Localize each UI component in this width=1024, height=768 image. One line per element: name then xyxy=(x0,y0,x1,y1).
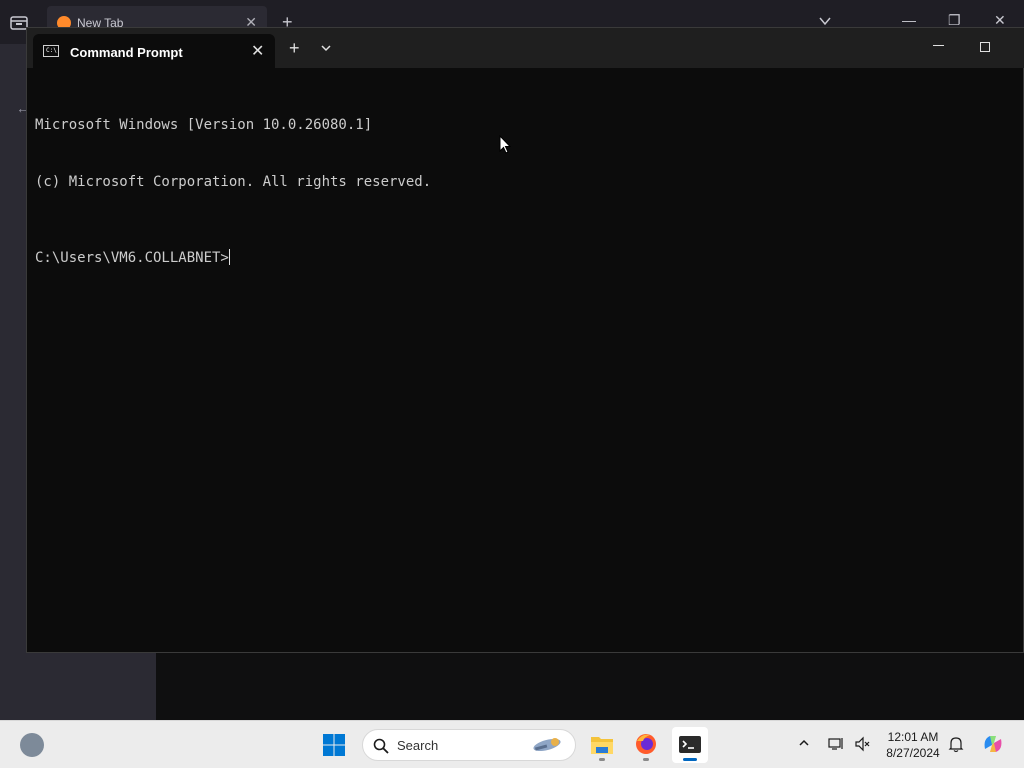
terminal-dropdown-chevron-icon[interactable] xyxy=(320,43,332,53)
network-icon[interactable] xyxy=(828,736,844,752)
mouse-pointer-icon xyxy=(499,135,511,154)
running-indicator xyxy=(599,758,605,761)
taskbar: Search 12:01 AM 8/27/2024 xyxy=(0,720,1024,768)
terminal-prompt-line[interactable]: C:\Users\VM6.COLLABNET> xyxy=(35,249,431,268)
terminal-new-tab-button[interactable]: + xyxy=(289,39,300,57)
search-icon xyxy=(373,738,389,754)
terminal-line-version: Microsoft Windows [Version 10.0.26080.1] xyxy=(35,117,373,133)
terminal-titlebar[interactable]: C:\ Command Prompt ✕ + xyxy=(27,28,1024,68)
active-indicator xyxy=(683,758,697,761)
search-placeholder: Search xyxy=(397,738,439,753)
search-highlight-icon xyxy=(533,738,561,752)
command-prompt-window: C:\ Command Prompt ✕ + Microsoft Windows… xyxy=(26,27,1024,653)
clock-time: 12:01 AM xyxy=(887,730,939,744)
terminal-prompt: C:\Users\VM6.COLLABNET> xyxy=(35,250,229,266)
cmd-icon: C:\ xyxy=(43,45,59,57)
terminal-tab-close-icon[interactable]: ✕ xyxy=(251,41,264,61)
terminal-taskbar-button[interactable] xyxy=(672,727,708,763)
terminal-tab-title: Command Prompt xyxy=(70,45,183,60)
copilot-icon[interactable] xyxy=(980,731,1006,757)
terminal-minimize-button[interactable] xyxy=(933,45,944,46)
browser-sidebar: ← xyxy=(0,44,30,724)
terminal-tab-command-prompt[interactable]: C:\ Command Prompt ✕ xyxy=(33,34,275,68)
notification-bell-icon[interactable] xyxy=(948,735,964,753)
firefox-taskbar-button[interactable] xyxy=(628,727,664,763)
browser-left-panel xyxy=(0,652,156,720)
taskbar-search-box[interactable]: Search xyxy=(362,729,576,761)
browser-minimize-button[interactable]: — xyxy=(902,12,916,28)
text-cursor xyxy=(228,249,230,265)
volume-muted-icon[interactable] xyxy=(854,736,870,752)
terminal-line-copyright: (c) Microsoft Corporation. All rights re… xyxy=(35,174,432,190)
list-all-tabs-icon[interactable] xyxy=(818,14,832,28)
terminal-output[interactable]: Microsoft Windows [Version 10.0.26080.1]… xyxy=(35,78,431,306)
clock[interactable]: 12:01 AM 8/27/2024 xyxy=(880,729,946,761)
weather-widget-icon[interactable] xyxy=(20,733,44,757)
file-explorer-button[interactable] xyxy=(584,727,620,763)
browser-content-area xyxy=(156,652,1024,720)
clock-date: 8/27/2024 xyxy=(886,746,940,760)
windows-start-icon[interactable] xyxy=(322,733,346,757)
terminal-maximize-button[interactable] xyxy=(980,42,990,52)
show-hidden-icons-chevron-icon[interactable] xyxy=(798,738,810,748)
running-indicator xyxy=(643,758,649,761)
cmd-icon-text: C:\ xyxy=(46,47,57,54)
